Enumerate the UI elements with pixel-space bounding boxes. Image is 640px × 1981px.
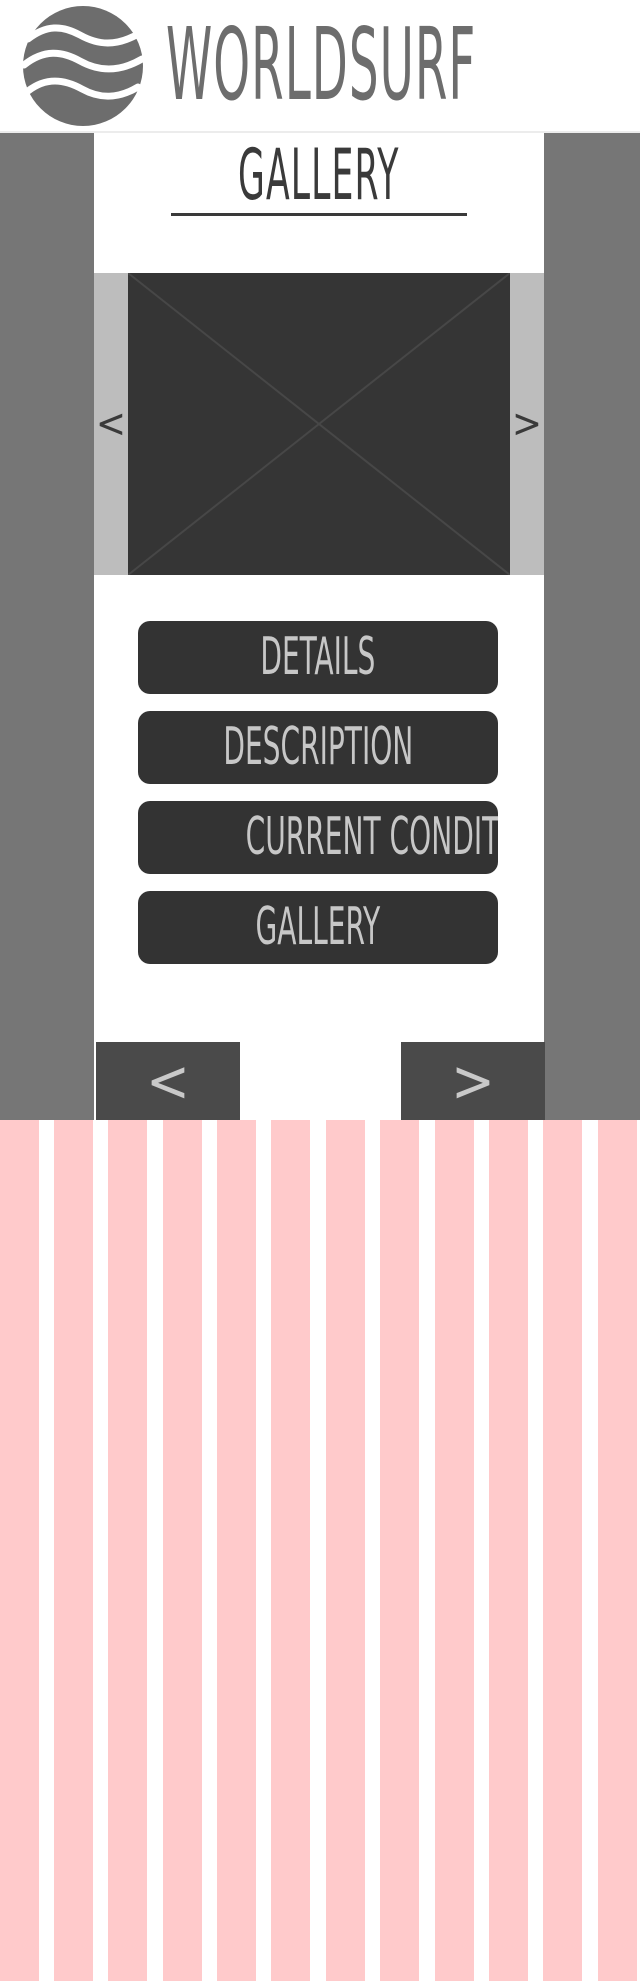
arrow-left-icon: < <box>146 1047 190 1115</box>
page: WORLDSURF GALLERY < > DETAILS DESCRIPTIO… <box>0 0 640 1981</box>
description-button-label: DESCRIPTION <box>223 717 413 777</box>
right-gutter <box>544 133 640 1120</box>
chevron-right-icon: > <box>511 401 543 447</box>
chevron-left-icon: < <box>95 401 127 447</box>
current-conditions-button-label: CURRENT CONDITIONS <box>245 807 498 867</box>
brand-name[interactable]: WORLDSURF <box>166 6 476 124</box>
grid-column <box>435 1120 474 1981</box>
header: WORLDSURF <box>0 0 640 133</box>
details-button-label: DETAILS <box>260 627 376 687</box>
grid-column <box>0 1120 39 1981</box>
current-conditions-button[interactable]: CURRENT CONDITIONS <box>138 801 498 874</box>
title-divider <box>171 213 467 216</box>
grid-column <box>489 1120 528 1981</box>
grid-column <box>271 1120 310 1981</box>
grid-column <box>380 1120 419 1981</box>
arrow-right-icon: > <box>451 1047 495 1115</box>
description-button[interactable]: DESCRIPTION <box>138 711 498 784</box>
gallery-button[interactable]: GALLERY <box>138 891 498 964</box>
carousel-next-button[interactable]: > <box>510 273 544 575</box>
grid-column <box>543 1120 582 1981</box>
grid-column <box>54 1120 93 1981</box>
previous-page-button[interactable]: < <box>96 1042 240 1120</box>
image-carousel: < > <box>94 273 544 575</box>
page-title-text: GALLERY <box>238 134 400 216</box>
carousel-prev-button[interactable]: < <box>94 273 128 575</box>
grid-column <box>326 1120 365 1981</box>
details-button[interactable]: DETAILS <box>138 621 498 694</box>
image-placeholder-icon[interactable] <box>128 273 510 575</box>
left-gutter <box>0 133 94 1120</box>
grid-column <box>217 1120 256 1981</box>
wave-logo-icon[interactable] <box>20 5 146 127</box>
grid-column <box>108 1120 147 1981</box>
grid-column <box>163 1120 202 1981</box>
gallery-button-label: GALLERY <box>255 897 381 957</box>
content-column: GALLERY < > DETAILS DESCRIPTION CURRENT … <box>94 133 545 1120</box>
page-title: GALLERY <box>94 135 544 215</box>
layout-grid <box>0 1120 640 1981</box>
grid-column <box>598 1120 637 1981</box>
next-page-button[interactable]: > <box>401 1042 545 1120</box>
